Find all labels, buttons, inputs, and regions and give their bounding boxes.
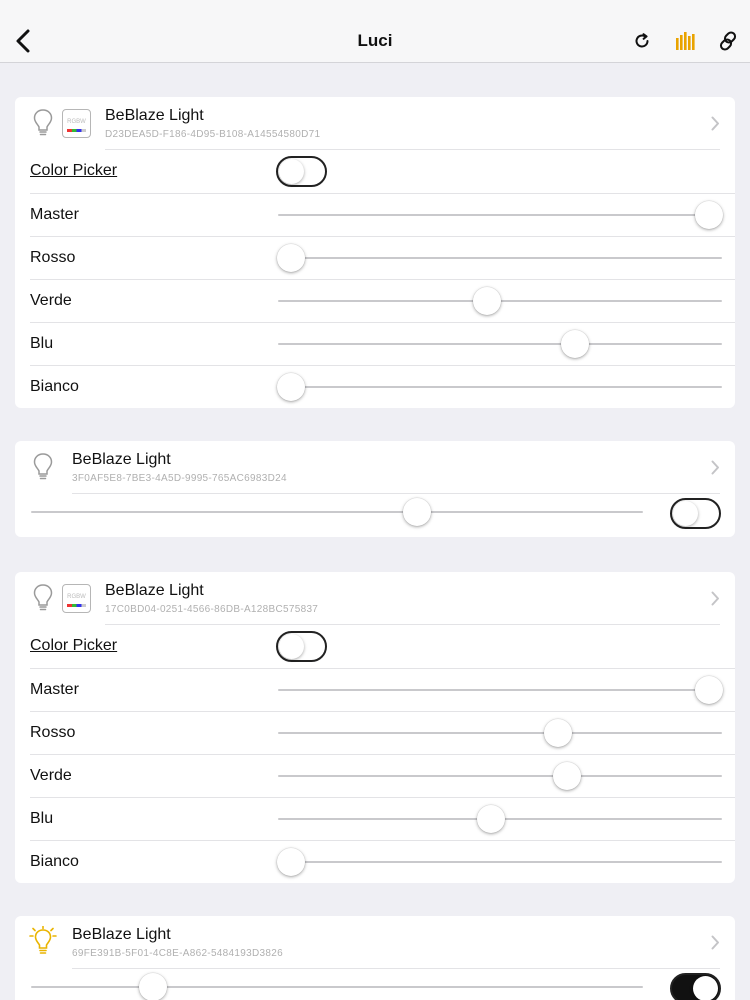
- light-uuid: 69FE391B-5F01-4C8E-A862-5484193D3826: [72, 948, 283, 959]
- stats-button[interactable]: [670, 26, 700, 56]
- power-toggle[interactable]: [670, 973, 721, 1000]
- channel-row: Rosso: [30, 236, 735, 279]
- color-picker-toggle[interactable]: [276, 631, 327, 662]
- channel-slider[interactable]: [277, 243, 722, 273]
- rgbw-badge: RGBW: [62, 584, 91, 613]
- light-uuid: 17C0BD04-0251-4566-86DB-A128BC575837: [105, 604, 319, 615]
- nav-bar: Luci: [0, 0, 750, 63]
- light-name: BeBlaze Light: [72, 926, 171, 943]
- light-name: BeBlaze Light: [105, 582, 204, 599]
- color-picker-row: Color Picker: [30, 150, 735, 193]
- chevron-right-icon: [711, 591, 719, 606]
- channel-slider[interactable]: [278, 718, 722, 748]
- slider-thumb[interactable]: [472, 287, 501, 315]
- channel-slider[interactable]: [277, 372, 722, 402]
- light-card-3: RGBW BeBlaze Light 17C0BD04-0251-4566-86…: [15, 572, 735, 883]
- slider-thumb[interactable]: [277, 373, 306, 401]
- channel-row: Verde: [30, 754, 735, 797]
- light-header[interactable]: BeBlaze Light 69FE391B-5F01-4C8E-A862-54…: [15, 916, 735, 969]
- channel-label: Rosso: [30, 724, 76, 741]
- power-toggle[interactable]: [670, 498, 721, 529]
- brightness-slider[interactable]: [31, 497, 643, 527]
- channel-label: Master: [30, 681, 79, 698]
- slider-thumb[interactable]: [694, 676, 723, 704]
- channel-slider[interactable]: [278, 200, 723, 230]
- channel-label: Verde: [30, 767, 72, 784]
- color-picker-link[interactable]: Color Picker: [30, 637, 117, 655]
- channel-slider[interactable]: [278, 675, 723, 705]
- bulb-icon: [33, 453, 53, 480]
- slider-thumb[interactable]: [543, 719, 572, 747]
- channel-slider[interactable]: [278, 804, 722, 834]
- channel-label: Bianco: [30, 853, 79, 870]
- channel-row: Blu: [30, 322, 735, 365]
- chevron-right-icon: [711, 935, 719, 950]
- light-name: BeBlaze Light: [72, 451, 171, 468]
- color-picker-toggle[interactable]: [276, 156, 327, 187]
- channel-row: Rosso: [30, 711, 735, 754]
- channel-label: Blu: [30, 810, 54, 827]
- brightness-slider[interactable]: [31, 972, 643, 1000]
- channel-label: Master: [30, 206, 79, 223]
- slider-thumb[interactable]: [477, 805, 506, 833]
- light-card-2: BeBlaze Light 3F0AF5E8-7BE3-4A5D-9995-76…: [15, 441, 735, 537]
- bars-chart-icon: [676, 32, 695, 50]
- channel-label: Rosso: [30, 249, 76, 266]
- light-uuid: 3F0AF5E8-7BE3-4A5D-9995-765AC6983D24: [72, 473, 287, 484]
- channel-slider[interactable]: [278, 329, 722, 359]
- light-card-4: BeBlaze Light 69FE391B-5F01-4C8E-A862-54…: [15, 916, 735, 1000]
- channel-label: Blu: [30, 335, 54, 352]
- slider-thumb[interactable]: [277, 244, 306, 272]
- channel-slider[interactable]: [277, 847, 722, 877]
- channel-row: Master: [30, 668, 735, 711]
- light-card-1: RGBW BeBlaze Light D23DEA5D-F186-4D95-B1…: [15, 97, 735, 408]
- channel-row: Blu: [30, 797, 735, 840]
- bulb-icon: [33, 584, 53, 611]
- channel-row: Bianco: [30, 840, 735, 883]
- light-header[interactable]: BeBlaze Light 3F0AF5E8-7BE3-4A5D-9995-76…: [15, 441, 735, 494]
- slider-thumb[interactable]: [694, 201, 723, 229]
- bulb-icon: [33, 109, 53, 136]
- light-header[interactable]: RGBW BeBlaze Light 17C0BD04-0251-4566-86…: [15, 572, 735, 625]
- chevron-right-icon: [711, 116, 719, 131]
- channel-label: Verde: [30, 292, 72, 309]
- lit-bulb-icon: [29, 926, 57, 954]
- light-name: BeBlaze Light: [105, 107, 204, 124]
- rgbw-badge: RGBW: [62, 109, 91, 138]
- slider-thumb[interactable]: [552, 762, 581, 790]
- link-button[interactable]: [713, 26, 743, 56]
- channel-row: Bianco: [30, 365, 735, 408]
- chevron-right-icon: [711, 460, 719, 475]
- slider-thumb[interactable]: [561, 330, 590, 358]
- color-picker-link[interactable]: Color Picker: [30, 162, 117, 180]
- channel-row: Master: [30, 193, 735, 236]
- refresh-icon: [635, 33, 649, 48]
- channel-row: Verde: [30, 279, 735, 322]
- light-header[interactable]: RGBW BeBlaze Light D23DEA5D-F186-4D95-B1…: [15, 97, 735, 150]
- slider-thumb[interactable]: [277, 848, 306, 876]
- channel-slider[interactable]: [278, 286, 722, 316]
- light-uuid: D23DEA5D-F186-4D95-B108-A14554580D71: [105, 129, 321, 140]
- refresh-button[interactable]: [627, 26, 657, 56]
- channel-slider[interactable]: [278, 761, 722, 791]
- channel-label: Bianco: [30, 378, 79, 395]
- link-icon: [719, 31, 737, 51]
- color-picker-row: Color Picker: [30, 625, 735, 668]
